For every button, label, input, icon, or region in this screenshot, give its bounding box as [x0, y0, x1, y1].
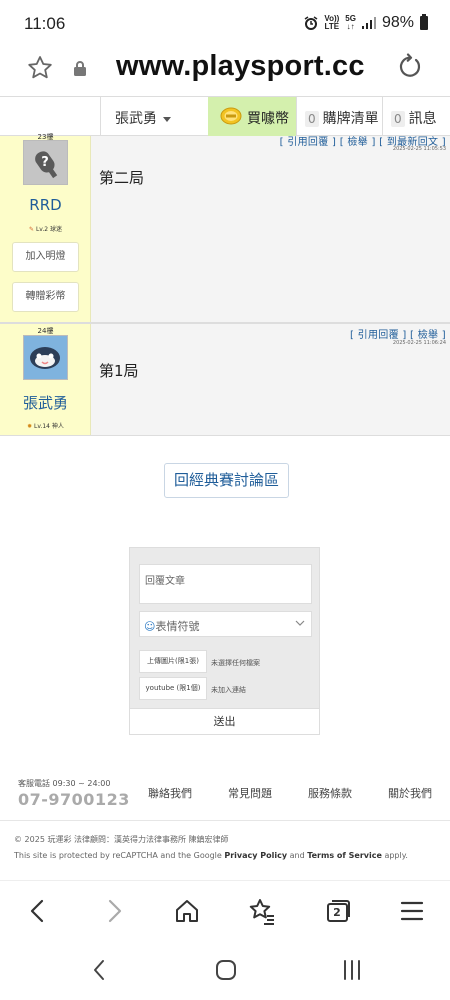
network-gen-indicator: 5G ↓↑ — [345, 14, 356, 31]
home-icon[interactable] — [173, 897, 201, 925]
upload-image-status: 未選擇任何檔案 — [211, 659, 260, 667]
footer-link-terms[interactable]: 服務條款 — [308, 785, 352, 801]
reload-icon[interactable] — [396, 53, 424, 81]
caret-down-icon — [163, 116, 171, 122]
tab-count: 2 — [333, 906, 341, 919]
messages-label: 訊息 — [408, 111, 437, 127]
coin-icon — [220, 107, 242, 125]
cart-count-badge: 0 — [305, 111, 319, 127]
gift-coins-button[interactable]: 轉贈彩幣 — [12, 282, 79, 312]
footer-phone[interactable]: 07-9700123 — [18, 790, 130, 809]
chevron-down-icon — [295, 620, 305, 626]
back-to-forum-button[interactable]: 回經典賽討論區 — [164, 463, 289, 498]
battery-percent: 98% — [381, 14, 414, 31]
privacy-policy-link[interactable]: Privacy Policy — [224, 851, 287, 860]
cart-label: 購牌清單 — [322, 111, 379, 127]
post-actions[interactable]: [ 引用回覆 ] [ 檢舉 ] — [350, 326, 446, 341]
system-home-icon[interactable] — [214, 958, 238, 982]
status-time: 11:06 — [24, 14, 66, 33]
android-nav-bar — [0, 940, 450, 1000]
status-bar: 11:06 Vo)) LTE 5G ↓↑ 98% — [0, 0, 450, 50]
footer-link-contact[interactable]: 聯絡我們 — [148, 785, 192, 801]
avatar[interactable] — [23, 335, 68, 380]
post-24: 24樓 張武勇 ✹ Lv.14 神人 [ 引用回覆 ] [ 檢舉 ] 2025-… — [0, 323, 450, 436]
system-recents-icon[interactable] — [340, 958, 364, 982]
menu-icon[interactable] — [398, 897, 426, 925]
tabs-icon[interactable]: 2 — [324, 897, 352, 925]
volte-indicator: Vo)) LTE — [324, 14, 340, 31]
post-body: [ 引用回覆 ] [ 檢舉 ] [ 到最新回文 ] 2025-02-25 11:… — [91, 136, 450, 322]
send-button[interactable]: 送出 — [130, 708, 319, 734]
battery-icon — [420, 14, 428, 30]
level-badge-icon: ✎ — [28, 226, 35, 233]
footer-divider — [0, 820, 450, 821]
reply-form: 回覆文章 ☺表情符號 上傳圖片(限1張) 未選擇任何檔案 youtube (限1… — [129, 547, 320, 735]
youtube-button[interactable]: youtube (限1個) — [139, 677, 207, 700]
footer-recaptcha-notice: This site is protected by reCAPTCHA and … — [14, 851, 408, 860]
user-level: ✹ Lv.14 神人 — [27, 423, 64, 430]
cart-link[interactable]: 0 購牌清單 — [296, 97, 382, 136]
post-date: 2025-02-25 11:06:24 — [392, 340, 446, 346]
status-indicators: Vo)) LTE 5G ↓↑ 98% — [304, 14, 428, 32]
browser-toolbar: 2 — [0, 880, 450, 940]
user-level: ✎ Lv.2 球迷 — [28, 226, 62, 233]
upload-image-button[interactable]: 上傳圖片(限1張) — [139, 650, 207, 673]
post-text: 第1局 — [99, 362, 139, 380]
system-back-icon[interactable] — [88, 958, 112, 982]
buy-coins-label: 買噱幣 — [247, 111, 289, 127]
terms-of-service-link[interactable]: Terms of Service — [307, 851, 382, 860]
signal-icon — [361, 17, 376, 29]
post-username[interactable]: 張武勇 — [0, 392, 91, 413]
footer-service-hours: 客服電話 09:30 ~ 24:00 — [18, 779, 111, 788]
emoji-select[interactable]: ☺表情符號 — [139, 611, 312, 637]
youtube-status: 未加入連結 — [211, 686, 246, 694]
message-count-badge: 0 — [391, 111, 405, 127]
default-avatar-icon: ? — [24, 141, 67, 184]
post-author-sidebar: 23樓 ? RRD ✎ Lv.2 球迷 加入明燈 轉贈彩幣 — [0, 133, 91, 322]
avatar[interactable]: ? — [23, 140, 68, 185]
emoji-select-label: 表情符號 — [155, 620, 200, 633]
bookmarks-icon[interactable] — [248, 897, 276, 925]
site-top-nav: 張武勇 買噱幣 0 購牌清單 0 訊息 — [0, 96, 450, 136]
post-23: 23樓 ? RRD ✎ Lv.2 球迷 加入明燈 轉贈彩幣 [ 引用回覆 ] [… — [0, 133, 450, 323]
level-badge-icon: ✹ — [27, 423, 33, 430]
post-date: 2025-02-25 11:05:53 — [392, 146, 446, 152]
post-author-sidebar: 24樓 張武勇 ✹ Lv.14 神人 — [0, 324, 91, 435]
back-arrow-icon[interactable] — [24, 897, 52, 925]
penguin-avatar-icon — [24, 336, 67, 379]
messages-link[interactable]: 0 訊息 — [382, 97, 450, 136]
buy-coins-link[interactable]: 買噱幣 — [208, 97, 296, 136]
footer-link-about[interactable]: 關於我們 — [388, 785, 432, 801]
post-body: [ 引用回覆 ] [ 檢舉 ] 2025-02-25 11:06:24 第1局 — [91, 324, 450, 435]
url-text[interactable]: www.playsport.cc — [116, 50, 365, 83]
post-username[interactable]: RRD — [0, 196, 91, 214]
reply-textarea[interactable]: 回覆文章 — [139, 564, 312, 604]
post-text: 第二局 — [99, 169, 145, 187]
user-menu-dropdown[interactable]: 張武勇 — [100, 97, 208, 136]
lock-icon[interactable] — [73, 60, 87, 76]
nav-username: 張武勇 — [115, 111, 157, 127]
forward-arrow-icon[interactable] — [100, 897, 128, 925]
footer-link-faq[interactable]: 常見問題 — [228, 785, 272, 801]
bookmark-star-icon[interactable] — [26, 54, 54, 82]
footer-copyright: © 2025 玩運彩 法律顧問：漢英得力法律事務所 陳鎮宏律師 — [14, 835, 229, 844]
smiley-icon: ☺ — [144, 620, 156, 633]
alarm-icon — [304, 16, 318, 30]
add-light-button[interactable]: 加入明燈 — [12, 242, 79, 272]
svg-text:?: ? — [41, 155, 49, 170]
browser-url-bar: www.playsport.cc — [0, 50, 450, 96]
